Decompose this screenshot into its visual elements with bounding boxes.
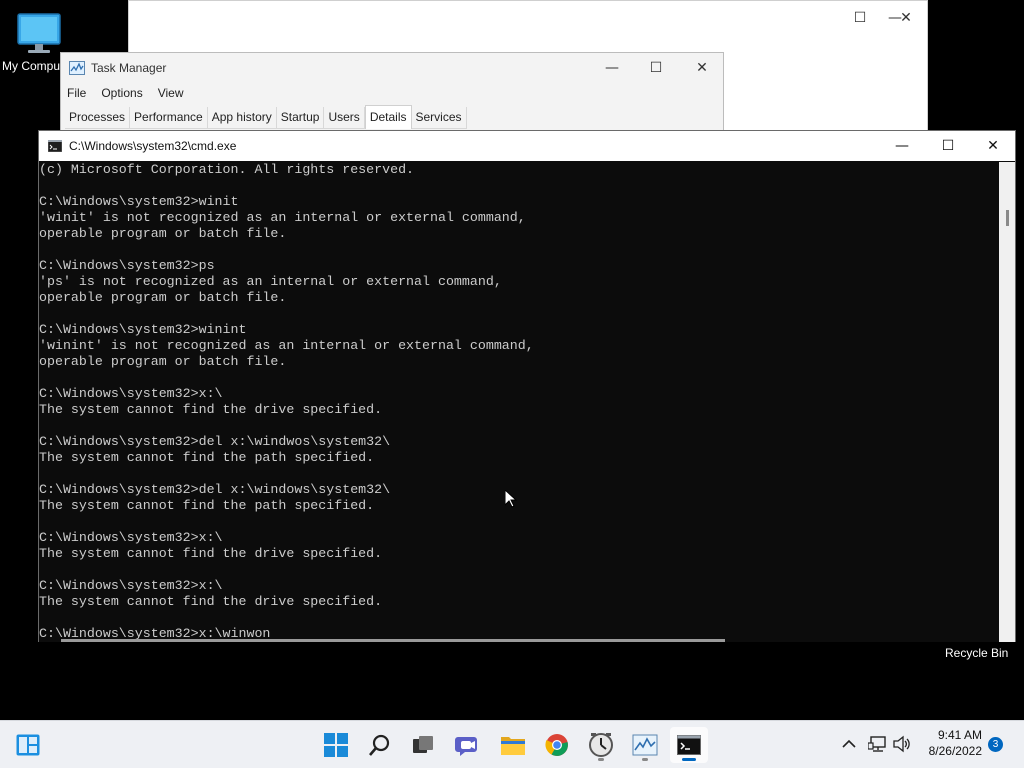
tab-processes[interactable]: Processes — [65, 107, 131, 129]
cmd-console-output[interactable]: (c) Microsoft Corporation. All rights re… — [39, 162, 1001, 642]
tab-performance[interactable]: Performance — [130, 107, 208, 129]
menu-file[interactable]: File — [67, 86, 93, 100]
clock-icon — [589, 733, 613, 757]
cmd-vertical-scrollbar[interactable] — [999, 162, 1015, 642]
console-line: 'ps' is not recognized as an internal or… — [39, 274, 502, 289]
cmd-vertical-scroll-thumb[interactable] — [1006, 210, 1009, 226]
taskbar: 9:41 AM 8/26/2022 3 — [0, 720, 1024, 768]
chevron-up-icon — [842, 739, 856, 748]
volume-button[interactable] — [893, 735, 911, 757]
monitor-icon — [17, 13, 61, 53]
search-icon — [369, 734, 390, 756]
console-line: 'winit' is not recognized as an internal… — [39, 210, 526, 225]
task-manager-taskbar-button[interactable] — [627, 727, 663, 763]
chat-button[interactable] — [450, 727, 486, 763]
windows-logo-icon — [324, 733, 348, 757]
cmd-titlebar[interactable]: C:\Windows\system32\cmd.exe — ☐ ✕ — [39, 131, 1015, 161]
task-manager-menu-bar: File Options View — [67, 86, 199, 100]
cmd-icon — [677, 735, 701, 755]
chrome-button[interactable] — [539, 727, 575, 763]
console-line: operable program or batch file. — [39, 226, 287, 241]
console-line: (c) Microsoft Corporation. All rights re… — [39, 162, 415, 177]
console-line: C:\Windows\system32>x:\ — [39, 578, 223, 593]
task-manager-close-button[interactable]: ✕ — [679, 53, 725, 83]
network-status-button[interactable] — [867, 735, 888, 757]
console-line: operable program or batch file. — [39, 290, 287, 305]
console-line: The system cannot find the path specifie… — [39, 498, 375, 513]
tray-date: 8/26/2022 — [928, 744, 982, 758]
start-button[interactable] — [318, 727, 354, 763]
console-line: The system cannot find the path specifie… — [39, 450, 375, 465]
task-manager-icon — [69, 61, 85, 75]
cmd-horizontal-scrollbar[interactable] — [61, 639, 725, 642]
tab-app-history[interactable]: App history — [207, 107, 277, 129]
cmd-maximize-button[interactable]: ☐ — [925, 131, 971, 161]
task-manager-minimize-button[interactable]: — — [589, 53, 635, 83]
folder-icon — [501, 737, 525, 755]
chrome-icon — [545, 734, 568, 756]
tray-time: 9:41 AM — [937, 728, 982, 742]
task-manager-maximize-button[interactable]: ☐ — [633, 53, 679, 83]
background-window-close-button[interactable]: ✕ — [883, 3, 929, 33]
clock-app-button[interactable] — [583, 727, 619, 763]
clock-app-running-indicator — [598, 758, 604, 761]
cmd-taskbar-button[interactable] — [670, 727, 708, 763]
show-hidden-icons-button[interactable] — [842, 736, 856, 755]
file-explorer-button[interactable] — [495, 727, 531, 763]
console-line: The system cannot find the drive specifi… — [39, 402, 383, 417]
task-view-button[interactable] — [405, 727, 441, 763]
menu-options[interactable]: Options — [101, 86, 149, 100]
task-view-icon — [413, 736, 433, 753]
console-line: The system cannot find the drive specifi… — [39, 546, 383, 561]
network-icon — [867, 736, 886, 752]
console-line: The system cannot find the drive specifi… — [39, 594, 383, 609]
cmd-title: C:\Windows\system32\cmd.exe — [69, 139, 237, 153]
menu-view[interactable]: View — [158, 86, 191, 100]
tab-services[interactable]: Services — [411, 107, 467, 129]
widgets-icon — [16, 734, 40, 756]
cmd-window[interactable]: C:\Windows\system32\cmd.exe — ☐ ✕ (c) Mi… — [38, 130, 1016, 642]
console-line: C:\Windows\system32>winit — [39, 194, 239, 209]
task-manager-window[interactable]: Task Manager — ☐ ✕ File Options View Pro… — [60, 52, 724, 142]
my-computer-label: My Computer — [2, 59, 62, 73]
console-line: C:\Windows\system32>del x:\windows\syste… — [39, 482, 391, 497]
clock-tray-button[interactable]: 9:41 AM 8/26/2022 — [916, 728, 982, 758]
task-manager-tabs: Processes Performance App history Startu… — [65, 105, 467, 129]
cmd-icon — [48, 140, 62, 152]
background-window-maximize-button[interactable]: ☐ — [837, 3, 883, 33]
console-line: C:\Windows\system32>winint — [39, 322, 247, 337]
mouse-cursor-icon — [505, 490, 517, 508]
tab-users[interactable]: Users — [324, 107, 365, 129]
tab-startup[interactable]: Startup — [276, 107, 325, 129]
console-line: C:\Windows\system32>ps — [39, 258, 215, 273]
console-line: operable program or batch file. — [39, 354, 287, 369]
speaker-icon — [893, 735, 910, 753]
tab-details[interactable]: Details — [364, 105, 412, 129]
widgets-button[interactable] — [10, 727, 46, 763]
notification-badge[interactable]: 3 — [988, 737, 1003, 752]
cmd-close-button[interactable]: ✕ — [970, 131, 1016, 161]
cmd-minimize-button[interactable]: — — [879, 131, 925, 161]
console-line: C:\Windows\system32>del x:\windwos\syste… — [39, 434, 391, 449]
task-manager-title: Task Manager — [91, 61, 167, 75]
console-line: C:\Windows\system32>x:\ — [39, 530, 223, 545]
task-manager-icon — [632, 734, 658, 756]
task-manager-running-indicator — [642, 758, 648, 761]
search-button[interactable] — [362, 727, 398, 763]
recycle-bin-label[interactable]: Recycle Bin — [945, 646, 1008, 660]
console-line: 'winint' is not recognized as an interna… — [39, 338, 534, 353]
cmd-active-indicator — [682, 758, 696, 761]
console-line: C:\Windows\system32>x:\ — [39, 386, 223, 401]
chat-icon — [455, 737, 477, 756]
